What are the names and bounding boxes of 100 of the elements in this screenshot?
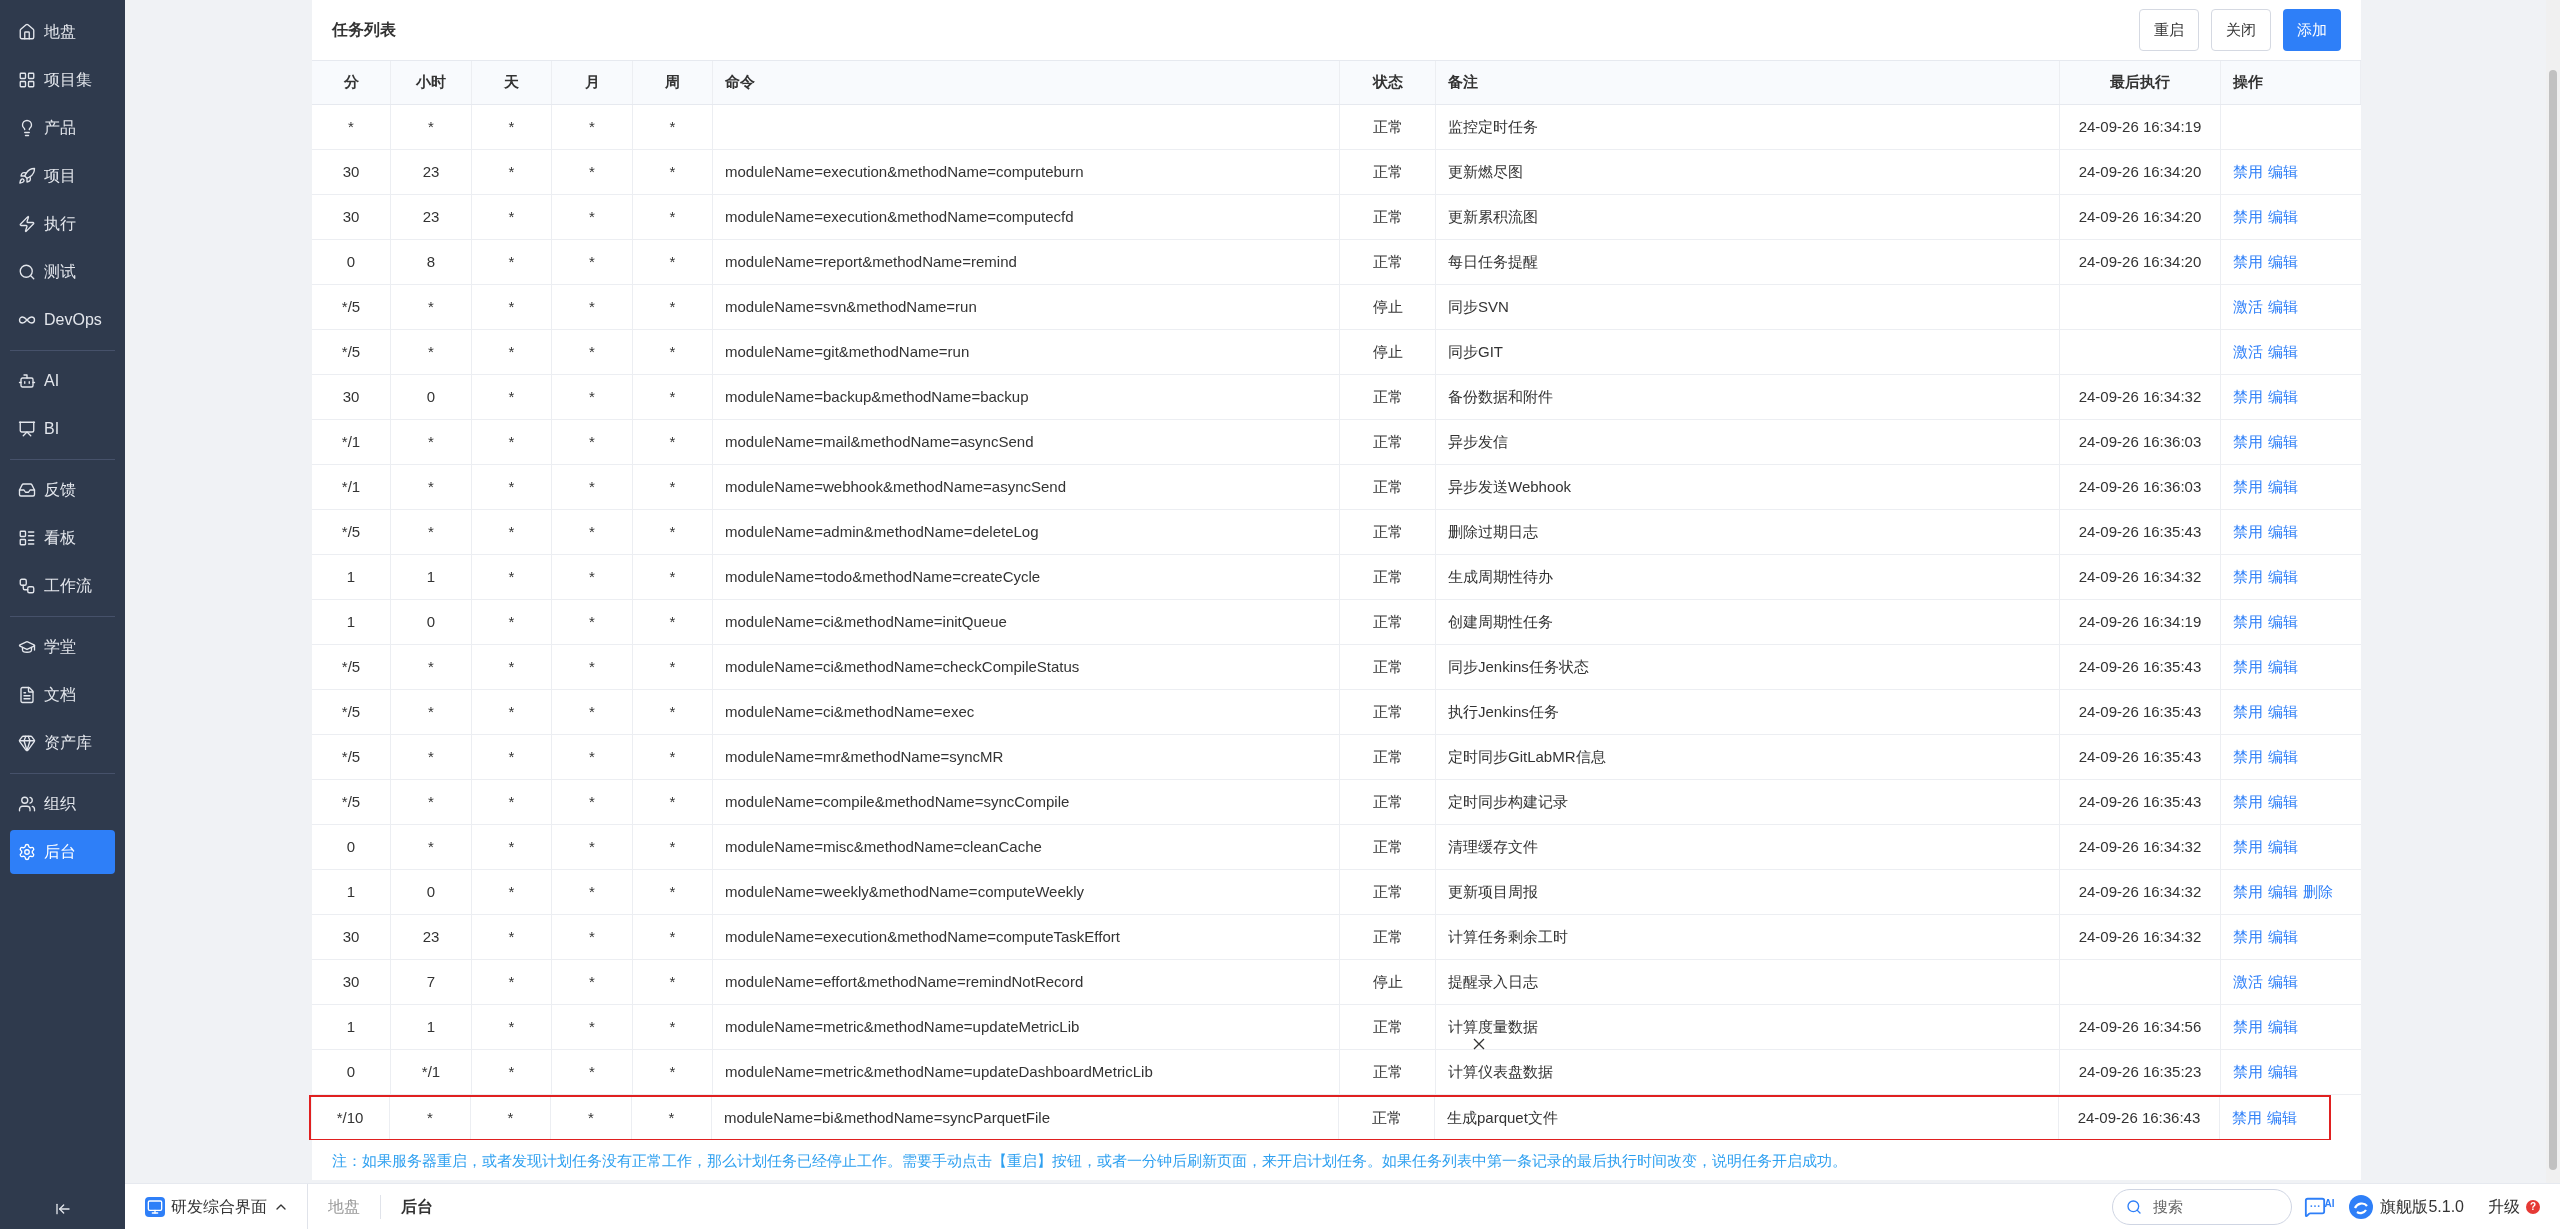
table-cell-text: 正常 bbox=[1372, 791, 1403, 812]
action-link[interactable]: 编辑 bbox=[2268, 835, 2298, 859]
action-link[interactable]: 编辑 bbox=[2268, 880, 2298, 904]
action-link[interactable]: 编辑 bbox=[2268, 205, 2298, 229]
action-link[interactable]: 禁用 bbox=[2233, 250, 2263, 274]
sidebar-item[interactable]: 工作流 bbox=[10, 564, 115, 608]
table-cell-text: * bbox=[669, 341, 676, 362]
action-link[interactable]: 激活 bbox=[2233, 295, 2263, 319]
action-link[interactable]: 禁用 bbox=[2233, 835, 2263, 859]
action-link[interactable]: 编辑 bbox=[2268, 655, 2298, 679]
action-link[interactable]: 编辑 bbox=[2268, 430, 2298, 454]
action-link[interactable]: 编辑 bbox=[2268, 340, 2298, 364]
action-link[interactable]: 禁用 bbox=[2233, 565, 2263, 589]
action-link[interactable]: 编辑 bbox=[2268, 385, 2298, 409]
sidebar-item[interactable]: 执行 bbox=[10, 202, 115, 246]
note-text: 注：如果服务器重启，或者发现计划任务没有正常工作，那么计划任务已经停止工作。需要手动点击【重启】按钮，或者一分钟后刷新页面，来开启计划任务。如果任务列表中第一条记录的最后执行时间改变，说明任务开启成功。 bbox=[332, 1151, 1848, 1171]
action-link[interactable]: 禁用 bbox=[2233, 745, 2263, 769]
sidebar-item[interactable]: 地盘 bbox=[10, 10, 115, 54]
table-cell-text: 执行Jenkins任务 bbox=[1448, 701, 1559, 722]
action-link[interactable]: 禁用 bbox=[2233, 1015, 2263, 1039]
sidebar-item[interactable]: 测试 bbox=[10, 250, 115, 294]
action-link[interactable]: 编辑 bbox=[2268, 160, 2298, 184]
monitor-icon bbox=[145, 1196, 165, 1217]
action-link[interactable]: 编辑 bbox=[2268, 250, 2298, 274]
toolbar-button[interactable]: 重启 bbox=[2139, 9, 2199, 51]
action-link[interactable]: 编辑 bbox=[2268, 520, 2298, 544]
toolbar-button[interactable]: 添加 bbox=[2283, 9, 2341, 51]
upgrade-button[interactable]: 升级 ? bbox=[2488, 1194, 2540, 1219]
action-link[interactable]: 禁用 bbox=[2233, 700, 2263, 724]
breadcrumb-link[interactable]: 后台 bbox=[380, 1194, 453, 1219]
column-header: 周 bbox=[665, 72, 680, 93]
ai-chat-button[interactable]: AI bbox=[2304, 1195, 2335, 1218]
sidebar-item[interactable]: BI bbox=[10, 407, 115, 451]
table-cell-text: 正常 bbox=[1372, 161, 1403, 182]
action-link[interactable]: 编辑 bbox=[2268, 700, 2298, 724]
action-link[interactable]: 禁用 bbox=[2233, 205, 2263, 229]
sidebar-item[interactable]: 后台 bbox=[10, 830, 115, 874]
table-cell-text: */10 bbox=[336, 1107, 364, 1128]
toolbar-button[interactable]: 关闭 bbox=[2211, 9, 2271, 51]
action-link[interactable]: 激活 bbox=[2233, 970, 2263, 994]
sidebar-item[interactable]: DevOps bbox=[10, 298, 115, 342]
table-cell-text: * bbox=[508, 296, 515, 317]
action-link[interactable]: 删除 bbox=[2303, 880, 2333, 904]
action-link[interactable]: 编辑 bbox=[2268, 610, 2298, 634]
action-link[interactable]: 激活 bbox=[2233, 340, 2263, 364]
sidebar-item[interactable]: 反馈 bbox=[10, 468, 115, 512]
table-cell-text: 正常 bbox=[1372, 566, 1403, 587]
sidebar-item[interactable]: 项目集 bbox=[10, 58, 115, 102]
table-cell-text: * bbox=[508, 971, 515, 992]
action-link[interactable]: 编辑 bbox=[2268, 475, 2298, 499]
action-link[interactable]: 编辑 bbox=[2268, 295, 2298, 319]
table-cell-text: */1 bbox=[341, 476, 361, 497]
action-link[interactable]: 禁用 bbox=[2233, 385, 2263, 409]
table-cell-text: 24-09-26 16:34:32 bbox=[2078, 386, 2202, 407]
table-cell-text: 创建周期性任务 bbox=[1448, 611, 1553, 632]
table-cell-text: * bbox=[508, 341, 515, 362]
action-link[interactable]: 禁用 bbox=[2233, 655, 2263, 679]
sidebar-item[interactable]: 组织 bbox=[10, 782, 115, 826]
table-cell-text: 30 bbox=[342, 971, 360, 992]
search-field[interactable]: 搜索 bbox=[2112, 1188, 2293, 1225]
sidebar-item[interactable]: 产品 bbox=[10, 106, 115, 150]
edition-label: 旗舰版5.1.0 bbox=[2380, 1196, 2464, 1217]
app-switcher[interactable]: 研发综合界面 bbox=[145, 1184, 308, 1229]
action-link[interactable]: 禁用 bbox=[2233, 1060, 2263, 1084]
action-link[interactable]: 禁用 bbox=[2233, 790, 2263, 814]
action-link[interactable]: 编辑 bbox=[2268, 790, 2298, 814]
action-link[interactable]: 编辑 bbox=[2268, 565, 2298, 589]
sidebar-item[interactable]: 看板 bbox=[10, 516, 115, 560]
action-link[interactable]: 禁用 bbox=[2233, 925, 2263, 949]
table-cell-text: * bbox=[589, 881, 595, 902]
action-link[interactable]: 禁用 bbox=[2233, 610, 2263, 634]
action-link[interactable]: 禁用 bbox=[2233, 880, 2263, 904]
sidebar-item[interactable]: 项目 bbox=[10, 154, 115, 198]
action-link[interactable]: 禁用 bbox=[2233, 520, 2263, 544]
table-cell-text: * bbox=[669, 431, 676, 452]
table-cell-text: 24-09-26 16:35:43 bbox=[2078, 656, 2202, 677]
sidebar-item[interactable]: 学堂 bbox=[10, 625, 115, 669]
sidebar-item[interactable]: 文档 bbox=[10, 673, 115, 717]
action-link[interactable]: 禁用 bbox=[2233, 160, 2263, 184]
action-link[interactable]: 编辑 bbox=[2268, 970, 2298, 994]
action-link[interactable]: 编辑 bbox=[2268, 1015, 2298, 1039]
action-link[interactable]: 编辑 bbox=[2267, 1106, 2297, 1130]
breadcrumb-link[interactable]: 地盘 bbox=[308, 1194, 380, 1219]
table-cell-text: 24-09-26 16:34:32 bbox=[2078, 881, 2202, 902]
action-link[interactable]: 编辑 bbox=[2268, 925, 2298, 949]
action-link[interactable]: 禁用 bbox=[2232, 1106, 2262, 1130]
table-cell-text: * bbox=[428, 656, 434, 677]
sidebar-item[interactable]: 资产库 bbox=[10, 721, 115, 765]
action-link[interactable]: 编辑 bbox=[2268, 745, 2298, 769]
table-cell-text: 每日任务提醒 bbox=[1448, 251, 1538, 272]
panel-title: 任务列表 bbox=[332, 20, 396, 40]
action-link[interactable]: 禁用 bbox=[2233, 475, 2263, 499]
graduation-cap-icon bbox=[18, 638, 36, 656]
table-cell-text: */5 bbox=[341, 746, 361, 767]
table-cell-text: * bbox=[589, 1016, 595, 1037]
action-link[interactable]: 禁用 bbox=[2233, 430, 2263, 454]
sidebar-item[interactable]: AI bbox=[10, 359, 115, 403]
table-cell-text: * bbox=[669, 611, 676, 632]
action-link[interactable]: 编辑 bbox=[2268, 1060, 2298, 1084]
table-cell-text: 监控定时任务 bbox=[1448, 116, 1538, 137]
